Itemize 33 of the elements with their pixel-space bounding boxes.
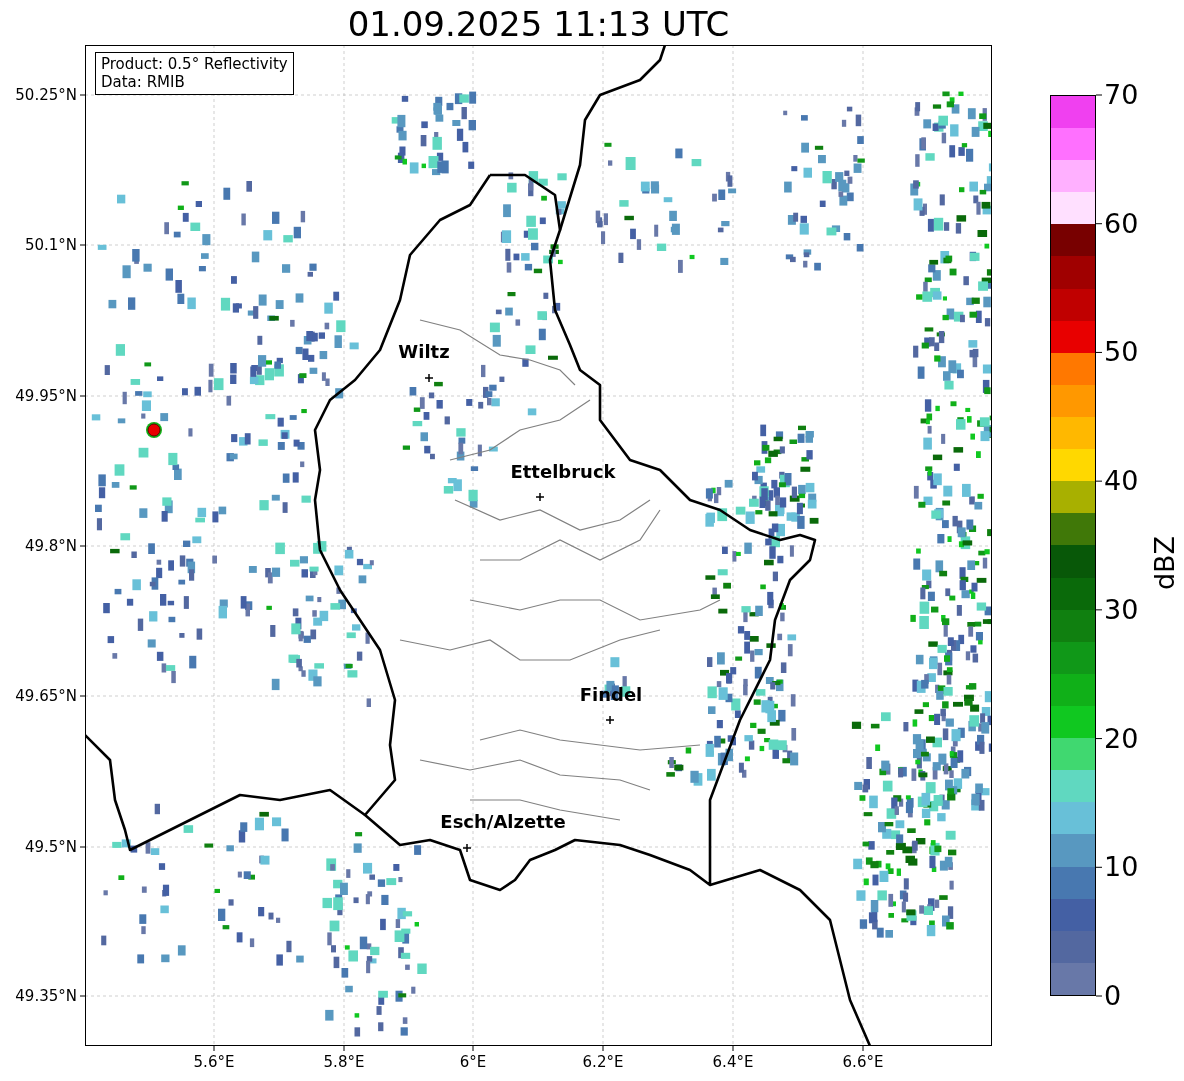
color-bar-tick-label: 0 <box>1104 981 1122 1011</box>
x-tick-label: 5.8°E <box>323 1053 365 1071</box>
place-marker-icon <box>605 715 615 725</box>
info-text: Product: 0.5° Reflectivity <box>101 55 288 73</box>
color-bar-tick-label: 70 <box>1104 80 1139 110</box>
y-tick-label: 50.1°N <box>24 236 77 254</box>
place-label: Esch/Alzette <box>440 812 566 832</box>
x-tick-label: 5.6°E <box>193 1053 235 1071</box>
radar-site-icon <box>146 422 162 438</box>
x-tick-label: 6.6°E <box>842 1053 884 1071</box>
color-bar-tick-label: 60 <box>1104 208 1139 239</box>
color-bar-label: dBZ <box>1150 535 1181 591</box>
color-bar-tick-label: 20 <box>1104 723 1139 754</box>
x-tick-label: 6°E <box>459 1053 487 1071</box>
y-tick-label: 49.8°N <box>24 537 77 555</box>
info-text: Data: RMIB <box>101 73 186 91</box>
y-tick-label: 50.25°N <box>15 86 77 104</box>
color-bar-tick-label: 40 <box>1104 466 1139 497</box>
y-tick-label: 49.65°N <box>15 687 77 705</box>
chart-title: 01.09.2025 11:13 UTC <box>346 4 731 44</box>
place-label: Ettelbruck <box>510 462 616 482</box>
color-bar-tick-label: 50 <box>1104 337 1139 368</box>
y-tick-label: 49.95°N <box>15 387 77 405</box>
place-marker-icon <box>462 843 472 853</box>
color-bar-tick-label: 10 <box>1104 852 1139 883</box>
x-tick-label: 6.2°E <box>582 1053 624 1071</box>
color-bar-tick-label: 30 <box>1104 594 1139 625</box>
y-tick-label: 49.35°N <box>15 987 77 1005</box>
place-label: Wiltz <box>398 342 450 362</box>
y-tick-label: 49.5°N <box>24 838 77 856</box>
place-marker-icon <box>424 373 434 383</box>
place-marker-icon <box>535 492 545 502</box>
x-tick-label: 6.4°E <box>712 1053 754 1071</box>
